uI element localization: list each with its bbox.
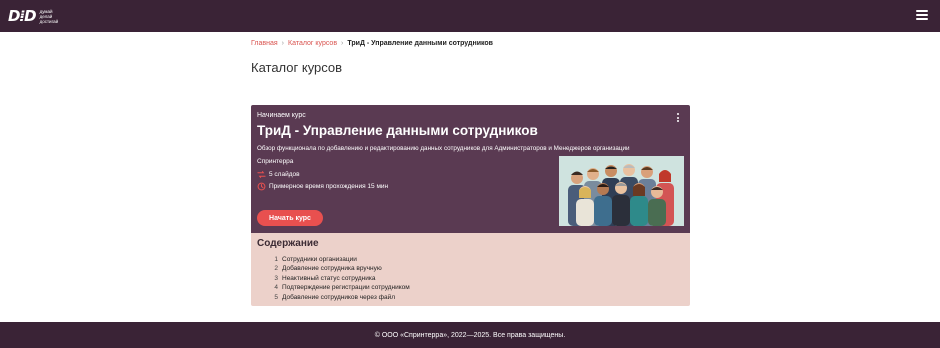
hamburger-icon[interactable] bbox=[916, 10, 928, 20]
start-course-button[interactable]: Начать курс bbox=[257, 210, 323, 226]
contents-item-number: 4 bbox=[274, 284, 278, 292]
contents-item[interactable]: 1 Сотрудники организации bbox=[273, 255, 410, 264]
course-title: ТриД - Управление данными сотрудников bbox=[257, 123, 538, 138]
contents-item-label: Добавление сотрудника вручную bbox=[282, 265, 382, 273]
copyright-text: © ООО «Спринтерра», 2022—2025. Все права… bbox=[374, 331, 566, 339]
hamburger-line bbox=[916, 18, 928, 20]
logo-line: достигай bbox=[39, 18, 59, 24]
contents-item[interactable]: 4 Подтверждение регистрации сотрудником bbox=[273, 283, 410, 292]
course-slides: 5 слайдов bbox=[257, 170, 300, 179]
contents-item-label: Подтверждение регистрации сотрудником bbox=[282, 284, 410, 292]
contents-item-number: 5 bbox=[274, 293, 278, 301]
breadcrumb-separator: › bbox=[341, 40, 344, 47]
contents-list: 1 Сотрудники организации 2 Добавление со… bbox=[273, 255, 410, 302]
breadcrumb: Главная › Каталог курсов › ТриД - Управл… bbox=[251, 39, 493, 48]
logo-mark: D⁞D bbox=[8, 7, 37, 25]
page-title: Каталог курсов bbox=[251, 60, 343, 75]
more-options-icon[interactable] bbox=[677, 113, 680, 122]
contents-item[interactable]: 3 Неактивный статус сотрудника bbox=[273, 274, 410, 283]
contents-item-label: Сотрудники организации bbox=[282, 256, 357, 263]
breadcrumb-catalog[interactable]: Каталог курсов bbox=[288, 39, 337, 48]
slides-icon bbox=[257, 171, 266, 178]
team-illustration bbox=[559, 156, 684, 226]
course-description: Обзор функционала по добавлению и редакт… bbox=[257, 145, 630, 152]
contents-title: Содержание bbox=[257, 238, 319, 249]
course-author: Спринтерра bbox=[257, 158, 294, 165]
breadcrumb-separator: › bbox=[281, 40, 284, 47]
course-eyebrow: Начинаем курс bbox=[257, 112, 306, 119]
course-contents: Содержание 1 Сотрудники организации 2 До… bbox=[251, 233, 690, 306]
clock-icon bbox=[257, 182, 266, 191]
course-duration: Примерное время прохождения 15 мин bbox=[257, 182, 388, 191]
contents-item-label: Неактивный статус сотрудника bbox=[282, 274, 376, 282]
logo-tagline: думай делай достигай bbox=[40, 9, 59, 24]
kebab-dot bbox=[677, 113, 679, 115]
footer: © ООО «Спринтерра», 2022—2025. Все права… bbox=[0, 322, 940, 348]
course-card: Начинаем курс ТриД - Управление данными … bbox=[251, 105, 690, 306]
top-bar: D⁞D думай делай достигай bbox=[0, 0, 940, 32]
contents-item[interactable]: 2 Добавление сотрудника вручную bbox=[273, 264, 410, 273]
breadcrumb-current: ТриД - Управление данными сотрудников bbox=[347, 40, 493, 47]
course-hero: Начинаем курс ТриД - Управление данными … bbox=[251, 105, 690, 233]
duration-text: Примерное время прохождения 15 мин bbox=[269, 183, 389, 190]
hamburger-line bbox=[916, 14, 928, 16]
contents-item-number: 1 bbox=[274, 256, 278, 263]
contents-item-label: Добавление сотрудников через файл bbox=[282, 293, 396, 301]
slides-count: 5 слайдов bbox=[269, 171, 300, 178]
breadcrumb-home[interactable]: Главная bbox=[251, 39, 278, 48]
logo[interactable]: D⁞D думай делай достигай bbox=[8, 8, 58, 24]
kebab-dot bbox=[677, 116, 679, 119]
kebab-dot bbox=[677, 120, 679, 122]
contents-item-number: 3 bbox=[274, 274, 278, 282]
contents-item-number: 2 bbox=[274, 265, 278, 273]
hamburger-line bbox=[916, 10, 928, 12]
contents-item[interactable]: 5 Добавление сотрудников через файл bbox=[273, 293, 410, 302]
